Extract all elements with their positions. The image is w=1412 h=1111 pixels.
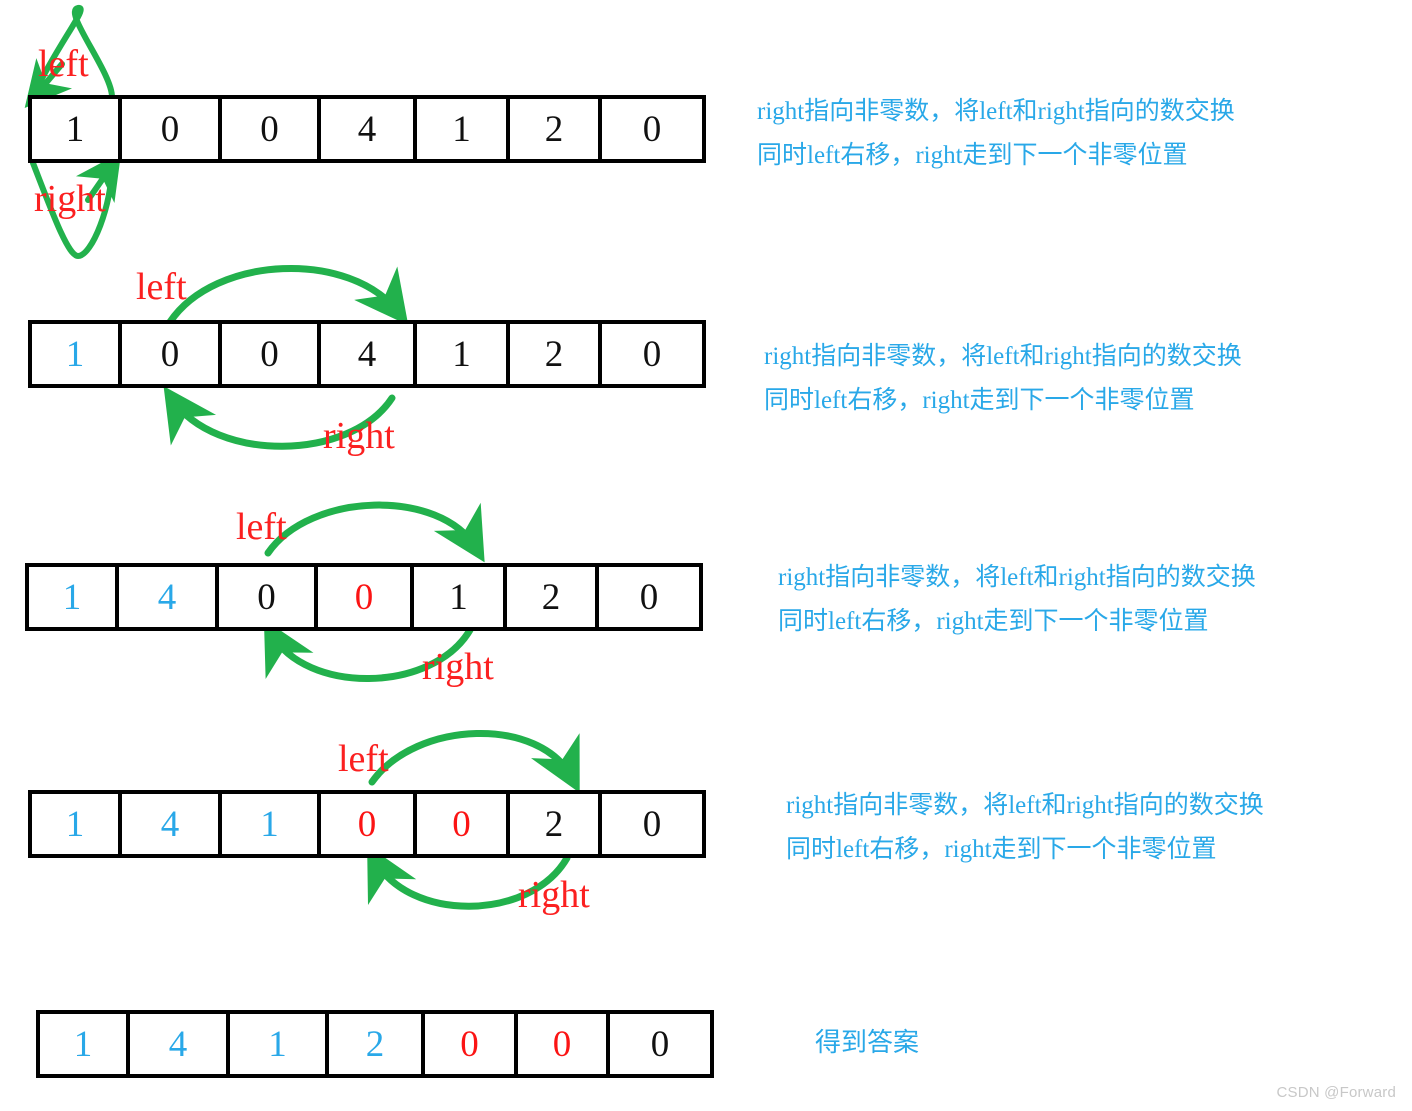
- array-cell: 0: [602, 794, 702, 854]
- array-cell: 1: [417, 99, 510, 159]
- array-cell: 0: [222, 99, 321, 159]
- pointer-label-right: right: [34, 178, 106, 220]
- array-cell: 1: [414, 567, 507, 627]
- array-cell: 0: [602, 324, 702, 384]
- pointer-label-right: right: [422, 646, 494, 688]
- array-cell: 1: [32, 99, 122, 159]
- array-cell: 1: [230, 1014, 329, 1074]
- array-cell: 0: [318, 567, 414, 627]
- array-row-step-2: 1 0 0 4 1 2 0: [28, 320, 706, 388]
- pointer-label-left: left: [136, 266, 187, 308]
- array-cell: 2: [329, 1014, 425, 1074]
- pointer-label-left: left: [38, 43, 89, 85]
- array-cell: 2: [507, 567, 599, 627]
- final-note-line: 得到答案: [815, 1028, 920, 1057]
- array-row-step-1: 1 0 0 4 1 2 0: [28, 95, 706, 163]
- array-cell: 0: [425, 1014, 518, 1074]
- array-cell: 1: [40, 1014, 130, 1074]
- array-row-step-5: 1 4 1 2 0 0 0: [36, 1010, 714, 1078]
- step-note-line: right指向非零数，将left和right指向的数交换: [764, 343, 1242, 370]
- array-cell: 1: [222, 794, 321, 854]
- step-note-line: right指向非零数，将left和right指向的数交换: [757, 98, 1235, 125]
- array-cell: 4: [119, 567, 219, 627]
- array-cell: 2: [510, 99, 602, 159]
- step-note-line: 同时left右移，right走到下一个非零位置: [764, 387, 1195, 414]
- array-cell: 0: [610, 1014, 710, 1074]
- step-note-line: right指向非零数，将left和right指向的数交换: [786, 792, 1264, 819]
- array-cell: 1: [32, 324, 122, 384]
- step-note-line: 同时left右移，right走到下一个非零位置: [778, 608, 1209, 635]
- array-cell: 2: [510, 794, 602, 854]
- pointer-label-right: right: [518, 874, 590, 916]
- step-note-line: right指向非零数，将left和right指向的数交换: [778, 564, 1256, 591]
- array-cell: 0: [219, 567, 318, 627]
- step-4-left-arrow: [368, 729, 580, 793]
- array-row-step-3: 1 4 0 0 1 2 0: [25, 563, 703, 631]
- pointer-label-left: left: [338, 738, 389, 780]
- array-cell: 0: [602, 99, 702, 159]
- array-cell: 1: [29, 567, 119, 627]
- pointer-label-right: right: [323, 415, 395, 457]
- step-note-2: right指向非零数，将left和right指向的数交换 同时left右移，ri…: [764, 335, 1242, 423]
- array-cell: 0: [122, 324, 222, 384]
- array-cell: 4: [321, 99, 417, 159]
- array-row-step-4: 1 4 1 0 0 2 0: [28, 790, 706, 858]
- step-3-left-arrow: [264, 501, 485, 563]
- array-cell: 0: [518, 1014, 610, 1074]
- step-note-5: 得到答案: [815, 1030, 919, 1056]
- array-cell: 4: [122, 794, 222, 854]
- array-cell: 4: [321, 324, 417, 384]
- step-note-1: right指向非零数，将left和right指向的数交换 同时left右移，ri…: [757, 90, 1235, 178]
- step-note-line: 同时left右移，right走到下一个非零位置: [757, 142, 1188, 169]
- array-cell: 0: [321, 794, 417, 854]
- watermark: CSDN @Forward: [1276, 1084, 1396, 1101]
- array-cell: 1: [417, 324, 510, 384]
- array-cell: 0: [417, 794, 510, 854]
- array-cell: 0: [222, 324, 321, 384]
- step-note-line: 同时left右移，right走到下一个非零位置: [786, 836, 1217, 863]
- step-note-3: right指向非零数，将left和right指向的数交换 同时left右移，ri…: [778, 556, 1256, 644]
- array-cell: 4: [130, 1014, 230, 1074]
- step-2-left-arrow: [166, 265, 409, 326]
- array-cell: 0: [122, 99, 222, 159]
- step-note-4: right指向非零数，将left和right指向的数交换 同时left右移，ri…: [786, 784, 1264, 872]
- array-cell: 1: [32, 794, 122, 854]
- pointer-label-left: left: [236, 506, 287, 548]
- diagram-canvas: 1 0 0 4 1 2 0 left right right指向非零数，将lef…: [0, 0, 1412, 1111]
- array-cell: 2: [510, 324, 602, 384]
- array-cell: 0: [599, 567, 699, 627]
